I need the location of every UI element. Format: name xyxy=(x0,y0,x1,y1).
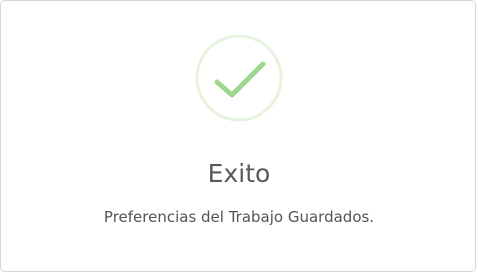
success-check-icon xyxy=(195,34,283,122)
dialog-title: Exito xyxy=(207,159,271,188)
success-dialog: Exito Preferencias del Trabajo Guardados… xyxy=(0,0,476,272)
dialog-message: Preferencias del Trabajo Guardados. xyxy=(103,208,375,226)
check-icon xyxy=(195,34,283,122)
